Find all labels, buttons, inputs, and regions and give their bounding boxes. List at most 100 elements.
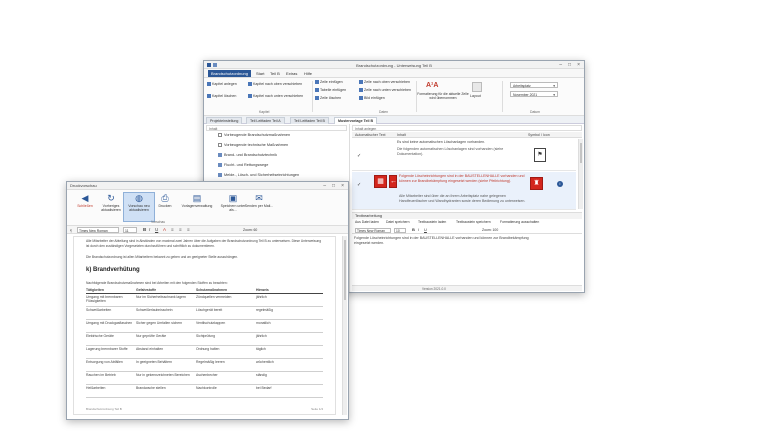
- lower-zoom[interactable]: Zoom: 100: [482, 228, 498, 232]
- table-icon: [315, 88, 319, 93]
- format-off-button[interactable]: Formatierung ausschalten: [500, 220, 539, 224]
- italic-icon[interactable]: I: [149, 227, 150, 232]
- zeile-down-button[interactable]: Zeile nach unten verschieben: [359, 88, 411, 93]
- load-file-button[interactable]: Aus Datei laden: [355, 220, 379, 224]
- delete-row-icon: [315, 96, 319, 101]
- tab-leitfaden-a[interactable]: Teil Leitfaden Teil A: [246, 117, 285, 124]
- tree-search-input[interactable]: Inhalt: [206, 125, 347, 131]
- datum-group-label: Datum: [530, 110, 540, 114]
- kapitel-loeschen-button[interactable]: Kapitel löschen: [207, 94, 236, 99]
- format-icon[interactable]: A¹A: [426, 82, 438, 89]
- preview-zoom[interactable]: Zoom: 60: [243, 228, 257, 232]
- tab-leitfaden-b[interactable]: Teil Leitfaden Teil B: [290, 117, 329, 124]
- size-select[interactable]: 11: [123, 227, 137, 233]
- menu-brandschutzordnung[interactable]: Brandschutzordnung: [208, 70, 251, 77]
- kapitel-anlegen-button[interactable]: Kapitel anlegen: [207, 82, 237, 87]
- scrollbar-thumb[interactable]: [344, 240, 346, 300]
- tree-item[interactable]: Melde-, Lösch- und Sicherheitseinrichtun…: [218, 173, 299, 177]
- minimize-icon[interactable]: –: [323, 183, 326, 189]
- mail-icon: ✉: [255, 193, 263, 203]
- tree-item[interactable]: Vorbeugende Brandschutzmaßnahmen: [218, 133, 290, 137]
- th-hinweis: Hinweis: [256, 288, 269, 292]
- arbeitsplatz-select[interactable]: Arbeitsplatz ▾: [510, 82, 558, 88]
- underline-icon[interactable]: U: [424, 227, 427, 232]
- folder-icon: [218, 173, 222, 177]
- font-select[interactable]: Times New Roman: [77, 227, 119, 233]
- underline-icon[interactable]: U: [155, 227, 158, 232]
- align-left-icon[interactable]: ≡: [171, 227, 174, 232]
- grid-head-auto: Automatischer Text: [355, 133, 386, 137]
- table-cell: Aschenbecher: [196, 373, 218, 377]
- layout-icon[interactable]: [472, 82, 482, 92]
- table-cell: Nachkontrolle: [196, 386, 217, 390]
- bold-icon[interactable]: B: [143, 227, 146, 232]
- menu-hilfe[interactable]: Hilfe: [304, 71, 312, 76]
- bold-icon[interactable]: B: [412, 227, 415, 232]
- kapitel-group-label: Kapitel: [259, 110, 270, 114]
- close-icon[interactable]: ×: [341, 183, 344, 189]
- menu-teil-b[interactable]: Teil B: [270, 71, 280, 76]
- vorlagenverwaltung-button[interactable]: ▤ Vorlagenverwaltung: [177, 193, 217, 208]
- table-cell: Schweißarbeiten: [86, 308, 112, 312]
- load-block-button[interactable]: Textbaustein laden: [418, 220, 446, 224]
- tree-item[interactable]: Flucht- und Rettungswege: [218, 163, 268, 167]
- close-icon[interactable]: ×: [577, 62, 580, 68]
- align-center-icon[interactable]: ≡: [179, 227, 182, 232]
- grid-scrollbar[interactable]: [578, 139, 583, 209]
- preview-scrollbar[interactable]: [342, 236, 347, 415]
- para-bekanntgabe: Die Brandschutzordnung ist allen Mitarbe…: [86, 255, 239, 259]
- paragraph-icon[interactable]: ¶: [70, 228, 72, 233]
- table-row[interactable]: ✓ Es sind keine automatischen Löschanlag…: [352, 139, 576, 171]
- lower-size-select[interactable]: 10: [394, 228, 406, 233]
- menu-start[interactable]: Start: [256, 71, 264, 76]
- align-right-icon[interactable]: ≡: [187, 227, 190, 232]
- table-cell: Umgang mit Druckgasflaschen: [86, 321, 133, 325]
- bild-einfuegen-button[interactable]: Bild einfügen: [359, 96, 385, 101]
- date-select[interactable]: November 2021 ▾: [510, 91, 558, 97]
- zeile-up-button[interactable]: Zeile nach oben verschieben: [359, 80, 410, 85]
- table-cell: jährlich: [256, 295, 267, 299]
- tree-item[interactable]: Vorbeugende technische Maßnahmen: [218, 143, 288, 147]
- kapitel-up-button[interactable]: Kapitel nach oben verschieben: [248, 82, 302, 87]
- checkbox-checked-icon[interactable]: ✓: [357, 153, 361, 159]
- table-row: Schweißarbeiten Schweißerlaubnisschein Lös…: [86, 308, 323, 320]
- maximize-icon[interactable]: □: [568, 62, 571, 68]
- zeile-loeschen-button[interactable]: Zeile löschen: [315, 96, 341, 101]
- senden-mail-button[interactable]: ✉ Senden per Mail...: [243, 193, 275, 208]
- scrollbar-thumb[interactable]: [580, 143, 582, 163]
- italic-icon[interactable]: I: [418, 227, 419, 232]
- lower-font-select[interactable]: Times New Roman: [355, 228, 391, 233]
- tab-projekteinstellung[interactable]: Projekteinstellung: [206, 117, 243, 124]
- table-cell: Nur im Sicherheitsschrank lagern: [136, 295, 186, 299]
- save-block-button[interactable]: Textbaustein speichern: [456, 220, 491, 224]
- font-color-icon[interactable]: A: [163, 227, 166, 232]
- table-cell: Regelmäßig leeren: [196, 360, 225, 364]
- th-schutzmassnahmen: Schutzmaßnahmen: [196, 288, 228, 292]
- tree-item[interactable]: Brand- und Brandschutztechnik: [218, 153, 277, 157]
- table-cell: jährlich: [256, 334, 267, 338]
- textbearbeitung-title: Textbearbeitung: [352, 212, 582, 219]
- tabelle-einfuegen-button[interactable]: Tabelle einfügen: [315, 88, 346, 93]
- save-file-button[interactable]: Datei speichern: [386, 220, 410, 224]
- kapitel-down-button[interactable]: Kapitel nach unten verschieben: [248, 94, 303, 99]
- format-transfer-label[interactable]: Formatierung für die aktuelle Zelle wird…: [417, 92, 469, 100]
- lower-editor-text[interactable]: Folgende Löscheinrichtungen sind in der …: [354, 236, 534, 246]
- table-cell: Brandwache stellen: [136, 386, 166, 390]
- table-row[interactable]: ✓ ▦ ← Folgende Löscheinrichtungen sind i…: [352, 172, 576, 210]
- daten-group-label: Daten: [379, 110, 389, 114]
- layout-button[interactable]: Layout: [470, 94, 481, 98]
- maximize-icon[interactable]: □: [332, 183, 335, 189]
- info-icon[interactable]: i: [557, 181, 563, 187]
- menu-extras[interactable]: Extras: [286, 71, 297, 76]
- preview-title-bar: Druckvorschau – □ ×: [67, 182, 348, 190]
- row-sub: Die folgenden automatischen Löschanlagen…: [397, 147, 504, 156]
- printer-icon: ⎙: [161, 193, 169, 203]
- zeile-einfuegen-button[interactable]: Zeile einfügen: [315, 80, 343, 85]
- grid-head-symbol: Symbol / Icon: [528, 133, 550, 137]
- content-search-input[interactable]: Inhalt anlegen: [352, 125, 582, 131]
- table-intro: Nachfolgende Brandschutzmaßnahmen sind b…: [86, 281, 228, 285]
- minimize-icon[interactable]: –: [559, 62, 562, 68]
- checkbox-checked-icon[interactable]: ✓: [357, 182, 361, 188]
- chevron-down-icon: ▾: [553, 93, 555, 97]
- tab-mustervorlage-b[interactable]: Mustervorlage Teil B: [334, 117, 378, 124]
